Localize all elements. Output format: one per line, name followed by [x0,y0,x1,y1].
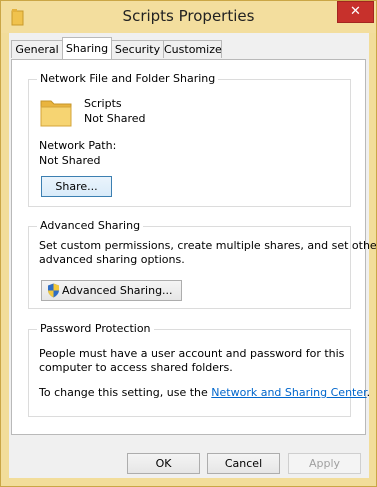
network-sharing-group: Network File and Folder Sharing Scripts … [28,72,351,207]
cancel-button[interactable]: Cancel [207,453,280,474]
share-button[interactable]: Share... [41,176,112,197]
password-protection-text-2: computer to access shared folders. [39,361,233,374]
folder-icon [39,97,73,132]
close-icon: ✕ [350,4,361,19]
sharing-panel: Network File and Folder Sharing Scripts … [11,59,376,435]
advanced-sharing-button[interactable]: Advanced Sharing... [41,280,182,301]
window-bottom-border [1,478,376,486]
network-sharing-title: Network File and Folder Sharing [37,72,219,85]
advanced-sharing-title: Advanced Sharing [37,219,144,232]
password-protection-group: Password Protection People must have a u… [28,322,370,417]
close-button[interactable]: ✕ [337,1,374,23]
advanced-sharing-group: Advanced Sharing Set custom permissions,… [28,219,376,309]
network-path-value: Not Shared [39,154,101,167]
ok-button[interactable]: OK [127,453,200,474]
network-sharing-center-link[interactable]: Network and Sharing Center [211,386,366,399]
tab-general[interactable]: General [11,40,63,58]
shield-icon [47,283,60,304]
apply-button[interactable]: Apply [288,453,361,474]
advanced-sharing-button-label: Advanced Sharing... [62,284,173,297]
folder-share-status: Not Shared [84,112,146,125]
tab-customize[interactable]: Customize [163,40,222,58]
password-protection-title: Password Protection [37,322,154,335]
title-bar[interactable]: Scripts Properties ✕ [1,1,376,33]
network-path-label: Network Path: [39,139,117,152]
advanced-sharing-description-2: advanced sharing options. [39,253,185,266]
folder-name: Scripts [84,97,122,110]
tab-security[interactable]: Security [111,40,164,58]
properties-window: Scripts Properties ✕ General Sharing Sec… [0,0,377,487]
advanced-sharing-description: Set custom permissions, create multiple … [39,239,377,252]
change-setting-text: To change this setting, use the Network … [39,386,370,399]
change-setting-suffix: . [366,386,371,399]
change-setting-prefix: To change this setting, use the [39,386,212,399]
tab-sharing[interactable]: Sharing [62,37,112,59]
window-title: Scripts Properties [122,7,255,25]
password-protection-text: People must have a user account and pass… [39,347,345,360]
dialog-footer: OK Cancel Apply [9,448,369,482]
